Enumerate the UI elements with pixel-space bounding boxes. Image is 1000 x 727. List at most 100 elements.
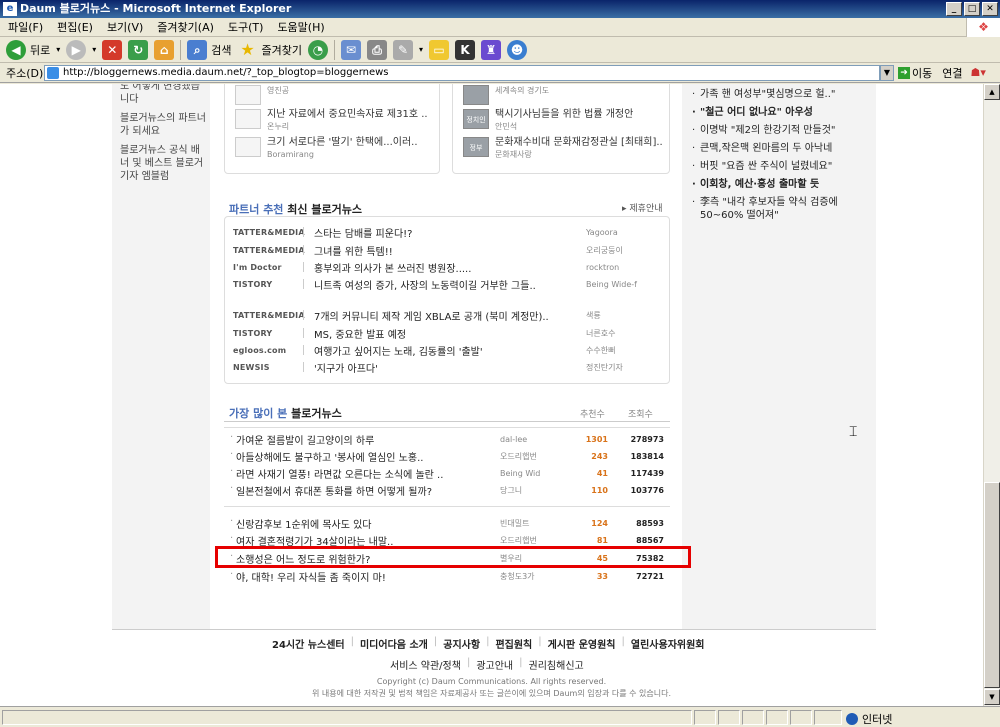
- right-news-item[interactable]: 李측 "내각 후보자들 약식 검증에 50~60% 떨어져": [692, 196, 872, 222]
- left-link[interactable]: 도 어떻게 변경됐습니다: [120, 84, 208, 106]
- table-row[interactable]: 라면 사재기 열풍! 라면값 오른다는 소식에 놀란 .. Being Wid …: [230, 465, 670, 481]
- footer-link[interactable]: 24시간 뉴스센터: [272, 636, 345, 651]
- status-panel: [766, 710, 788, 725]
- favorites-button[interactable]: 즐겨찾기: [262, 42, 302, 58]
- go-button[interactable]: ➜ 이동: [898, 65, 932, 81]
- list-item[interactable]: 크기 서로다른 '딸기' 한택에...이러.. Boramirang: [235, 137, 418, 160]
- toolbar-separator: [180, 39, 182, 60]
- article-title: 아들상해에도 불구하고 '봉사에 열심인 노홍..: [230, 449, 500, 464]
- forward-dropdown-icon[interactable]: ▾: [92, 45, 96, 54]
- footer-link[interactable]: 미디어다음 소개: [360, 636, 428, 651]
- mail-icon[interactable]: ✉: [341, 39, 362, 60]
- partner-row[interactable]: NEWSIS '지구가 아프다' 정진탄기자: [233, 359, 663, 375]
- recommend-count: 33: [596, 571, 608, 581]
- status-bar: 인터넷: [0, 706, 1000, 727]
- search-icon[interactable]: ⌕: [187, 39, 208, 60]
- partner-row[interactable]: TATTER&MEDIA 그녀를 위한 특템!! 오리궁둥이: [233, 242, 663, 258]
- footer-link[interactable]: 공지사항: [443, 636, 480, 651]
- links-button[interactable]: 연결: [942, 65, 962, 81]
- back-arrow-icon[interactable]: ◀: [6, 39, 26, 60]
- list-item[interactable]: 정치인 택시기사님들을 위한 법률 개정안 안민석: [463, 109, 633, 132]
- folder-icon[interactable]: ▭: [429, 39, 450, 60]
- address-dropdown-icon[interactable]: ▼: [880, 64, 894, 81]
- thumbnail: [463, 85, 489, 105]
- list-item[interactable]: 세계속의 경기도: [463, 85, 549, 105]
- partner-row[interactable]: TISTORY MS, 중요한 발표 예정 너른호수: [233, 325, 663, 341]
- scroll-down-icon[interactable]: ▼: [984, 689, 1000, 705]
- partner-row[interactable]: TATTER&MEDIA 스타는 담배를 피운다!? Yagoora: [233, 224, 663, 240]
- right-news-item[interactable]: 큰맥,작은맥 왼마름의 두 아낙네: [692, 142, 872, 155]
- partner-author: 오리궁둥이: [586, 245, 623, 255]
- refresh-icon[interactable]: ↻: [128, 39, 149, 60]
- view-count: 88593: [636, 518, 664, 528]
- table-row[interactable]: 신랑감후보 1순위에 목사도 있다 빈대밀트 124 88593: [230, 515, 670, 531]
- right-news-item[interactable]: 가족 핸 여성부"몇심명으로 헐..": [692, 88, 872, 101]
- search-button[interactable]: 검색: [211, 42, 231, 58]
- right-news-item[interactable]: 이명박 "제2의 한강기적 만들것": [692, 124, 872, 137]
- table-row[interactable]: 가여운 절름발이 길고양이의 하루 dal-lee 1301 278973: [230, 431, 670, 447]
- people-icon[interactable]: ☻: [507, 39, 528, 60]
- menu-favorites[interactable]: 즐겨찾기(A): [157, 19, 214, 35]
- partner-more-link[interactable]: ▸ 제휴안내: [622, 201, 663, 214]
- ie-links-icon[interactable]: ☗▾: [971, 66, 986, 79]
- footer-link[interactable]: 서비스 약관/정책: [390, 657, 461, 672]
- partner-row[interactable]: TATTER&MEDIA 7개의 커뮤니티 제작 게임 XBLA로 공개 (북미…: [233, 307, 663, 323]
- divider: [303, 279, 304, 289]
- table-row[interactable]: 일본전철에서 휴대폰 통화를 하면 어떻게 될까? 당그니 110 103776: [230, 482, 670, 498]
- article-title: 신랑감후보 1순위에 목사도 있다: [230, 516, 500, 531]
- k-icon[interactable]: K: [455, 39, 476, 60]
- table-row[interactable]: 아들상해에도 불구하고 '봉사에 열심인 노홍.. 오드리햅번 243 1838…: [230, 448, 670, 464]
- view-count: 103776: [630, 485, 664, 495]
- partner-author: rocktron: [586, 262, 620, 272]
- print-icon[interactable]: ⎙: [367, 39, 388, 60]
- recommend-count: 1301: [585, 434, 608, 444]
- status-text-panel: [2, 710, 692, 725]
- edit-icon[interactable]: ✎: [393, 39, 414, 60]
- favorites-star-icon[interactable]: ★: [238, 40, 258, 60]
- menu-file[interactable]: 파일(F): [8, 19, 43, 35]
- home-icon[interactable]: ⌂: [154, 39, 175, 60]
- partner-title-highlight: 파트너 추천: [229, 203, 284, 216]
- partner-row[interactable]: TISTORY 니트족 여성의 증가, 사장의 노동력이길 거부한 그들.. B…: [233, 276, 663, 292]
- security-zone: 인터넷: [846, 711, 892, 727]
- stop-icon[interactable]: ✕: [102, 39, 123, 60]
- address-input[interactable]: http://bloggernews.media.daum.net/?_top_…: [44, 64, 880, 81]
- messenger-icon[interactable]: ♜: [481, 39, 502, 60]
- menu-edit[interactable]: 편집(E): [57, 19, 93, 35]
- left-link[interactable]: 블로거뉴스 공식 배너 및 베스트 블로거 기자 엠블럼: [120, 144, 208, 183]
- list-item[interactable]: 정부 문화재수비대 문화재감정관실 [최태희].. 문화재사랑: [463, 137, 663, 160]
- list-item[interactable]: 지난 자료에서 중요민속자료 제31호 .. 온누리: [235, 109, 428, 132]
- most-viewed-title: 가장 많이 본 블로거뉴스: [229, 405, 342, 421]
- disclaimer-text: 위 내용에 대한 저작권 및 법적 책임은 자료제공사 또는 글쓴이에 있으며 …: [311, 689, 671, 698]
- go-label: 이동: [912, 66, 933, 80]
- footer-link[interactable]: 광고안내: [476, 657, 513, 672]
- divider: [303, 262, 304, 272]
- table-row[interactable]: 야, 대학! 우리 자식들 좀 죽이지 마! 충청도3가 33 72721: [230, 568, 670, 584]
- back-dropdown-icon[interactable]: ▾: [56, 45, 60, 54]
- left-link[interactable]: 블로거뉴스의 파트너가 되세요: [120, 112, 208, 138]
- scroll-up-icon[interactable]: ▲: [984, 84, 1000, 100]
- edit-dropdown-icon[interactable]: ▾: [419, 45, 423, 54]
- footer-link[interactable]: 편집원칙: [495, 636, 532, 651]
- partner-row[interactable]: I'm Doctor 홍부외과 의사가 본 쓰러진 병원장..... rockt…: [233, 259, 663, 275]
- maximize-button[interactable]: □: [964, 2, 980, 16]
- right-news-item[interactable]: 이회창, 예산·홍성 출마할 듯: [692, 178, 872, 191]
- history-icon[interactable]: ◔: [308, 39, 329, 60]
- menu-tools[interactable]: 도구(T): [228, 19, 264, 35]
- window-title-bar[interactable]: e Daum 블로거뉴스 - Microsoft Internet Explor…: [0, 0, 1000, 18]
- footer-link[interactable]: 권리침해신고: [529, 657, 584, 672]
- menu-help[interactable]: 도움말(H): [277, 19, 324, 35]
- menu-view[interactable]: 보기(V): [107, 19, 143, 35]
- list-item[interactable]: 영진공: [235, 85, 289, 105]
- partner-row[interactable]: egloos.com 여행가고 싶어지는 노래, 김동률의 '출발' 수수한뻐: [233, 342, 663, 358]
- minimize-button[interactable]: _: [946, 2, 962, 16]
- footer-link[interactable]: 열린사용자위원회: [631, 636, 705, 651]
- forward-arrow-icon[interactable]: ▶: [66, 39, 87, 60]
- close-button[interactable]: ✕: [982, 2, 998, 16]
- right-news-item[interactable]: 버핏 "요즘 싼 주식이 널렸네요": [692, 160, 872, 173]
- back-button[interactable]: 뒤로: [30, 42, 50, 58]
- footer-link[interactable]: 게시판 운영원칙: [548, 636, 616, 651]
- right-news-item[interactable]: "철근 어디 없나요" 아우성: [692, 106, 872, 119]
- vertical-scrollbar[interactable]: ▲ ▼: [983, 84, 1000, 706]
- scroll-thumb[interactable]: [984, 482, 1000, 688]
